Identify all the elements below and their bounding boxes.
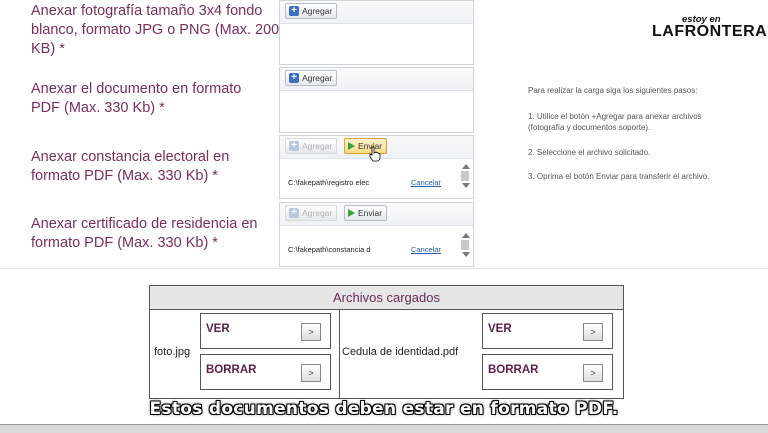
pdf-upload-box: + Agregar (279, 67, 474, 133)
electoral-label: Anexar constancia electoral en formato P… (31, 149, 230, 184)
electoral-add-label: Agregar (302, 141, 333, 151)
electoral-scrollbar[interactable] (461, 164, 470, 188)
plus-icon: + (289, 208, 299, 218)
instructions-step1b: (fotografía y documentos soporte). (528, 123, 651, 132)
view-button[interactable]: VER > (482, 313, 613, 349)
plus-icon: + (289, 6, 299, 16)
video-subtitle: Estos documentos deben estar en formato … (149, 399, 619, 419)
residence-file-path: C:\fakepath\constancia d (288, 245, 371, 254)
file-name: foto.jpg (154, 346, 191, 358)
electoral-upload-box: + Agregar Enviar C:\fakepath\registro el… (279, 135, 474, 199)
residence-send-label: Enviar (358, 208, 383, 218)
residence-cancel-link[interactable]: Cancelar (411, 245, 441, 254)
plus-icon: + (289, 141, 299, 151)
delete-label: BORRAR (488, 364, 539, 376)
play-icon (348, 142, 355, 150)
arrow-right-icon: > (301, 364, 321, 382)
file-name: Cedula de identidad.pdf (342, 346, 459, 358)
delete-button[interactable]: BORRAR > (200, 354, 331, 390)
pdf-add-button[interactable]: + Agregar (285, 70, 338, 86)
photo-add-button[interactable]: + Agregar (285, 3, 338, 19)
arrow-right-icon: > (583, 364, 603, 382)
residence-add-button[interactable]: + Agregar (285, 205, 338, 221)
arrow-right-icon: > (301, 323, 321, 341)
instructions-step2: 2. Seleccione el archivo solicitado. (528, 148, 651, 157)
residence-add-label: Agregar (302, 208, 333, 218)
residence-scrollbar[interactable] (461, 233, 470, 257)
delete-button[interactable]: BORRAR > (482, 354, 613, 390)
view-label: VER (488, 323, 512, 335)
arrow-right-icon: > (583, 323, 603, 341)
residence-upload-box: + Agregar Enviar C:\fakepath\constancia … (279, 202, 474, 267)
pdf-add-label: Agregar (302, 73, 333, 83)
section-divider (0, 268, 768, 269)
residence-send-button[interactable]: Enviar (344, 205, 388, 221)
instructions-step1a: 1. Utilice el botón +Agregar para anexar… (528, 112, 702, 121)
hand-cursor-icon (369, 146, 381, 162)
play-icon (348, 209, 355, 217)
photo-upload-box: + Agregar (279, 0, 474, 65)
logo-wordmark: LAFRONTERA (652, 23, 768, 40)
view-label: VER (206, 323, 230, 335)
uploaded-files-table: Archivos cargados foto.jpg VER > BORRAR … (149, 285, 624, 399)
view-button[interactable]: VER > (200, 313, 331, 349)
residence-label: Anexar certificado de residencia en form… (31, 216, 258, 251)
pdf-label: Anexar el documento en formato PDF (Max.… (31, 81, 242, 116)
plus-icon: + (289, 73, 299, 83)
electoral-file-path: C:\fakepath\registro elec (288, 178, 370, 187)
instructions-intro: Para realizar la carga siga los siguient… (528, 86, 698, 95)
photo-label: Anexar fotografía tamaño 3x4 fondo blanc… (31, 3, 280, 57)
delete-label: BORRAR (206, 364, 257, 376)
photo-add-label: Agregar (302, 6, 333, 16)
uploaded-files-title: Archivos cargados (150, 286, 623, 310)
instructions-step3: 3. Oprima el botón Enviar para transferi… (528, 172, 710, 181)
electoral-add-button[interactable]: + Agregar (285, 138, 338, 154)
electoral-cancel-link[interactable]: Cancelar (411, 178, 441, 187)
